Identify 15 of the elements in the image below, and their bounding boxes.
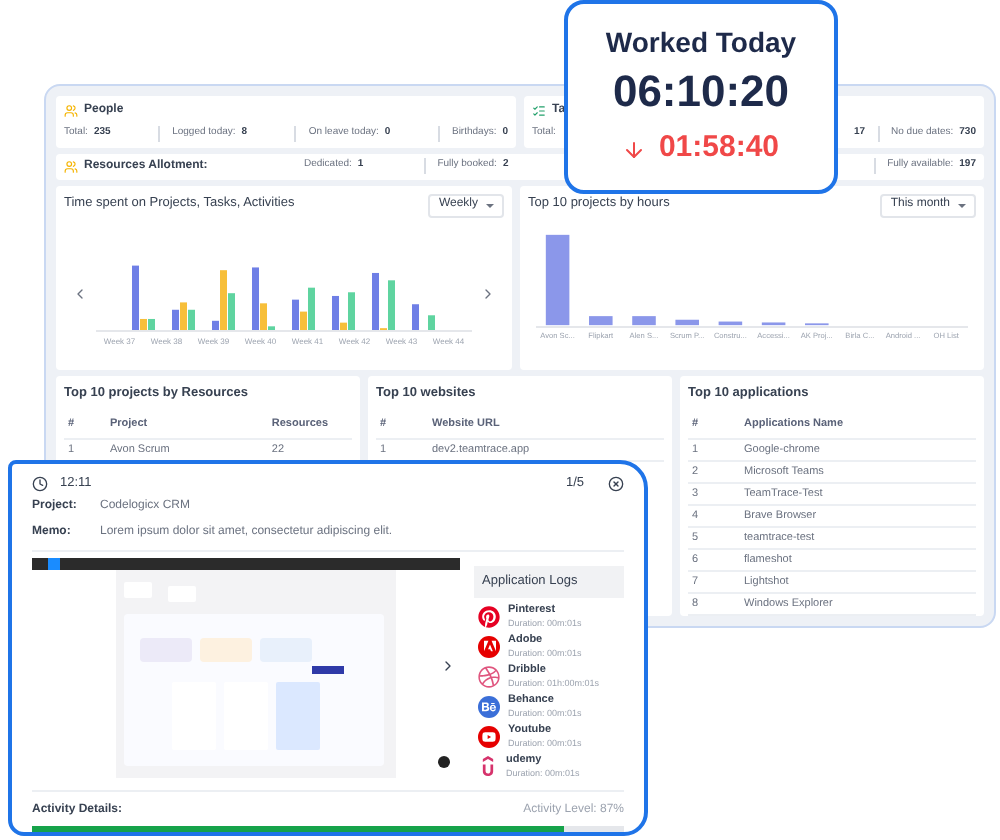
app-logo-icon [478, 756, 498, 777]
down-arrow-icon [622, 137, 647, 161]
app-logo-icon [478, 725, 500, 748]
people-icon [64, 159, 78, 174]
close-icon[interactable] [608, 475, 624, 492]
app-logo-icon [478, 635, 500, 658]
people-icon [64, 104, 78, 118]
app-logo-icon [478, 605, 500, 628]
app-logo-icon [478, 665, 500, 688]
list-icon [532, 104, 546, 118]
clock-icon [32, 475, 48, 492]
deficit-time: 01:58:40 [658, 128, 780, 169]
worked-time: 06:10:20 [612, 70, 790, 115]
card-title: Worked Today [605, 24, 797, 63]
app-logo-icon [478, 695, 500, 718]
